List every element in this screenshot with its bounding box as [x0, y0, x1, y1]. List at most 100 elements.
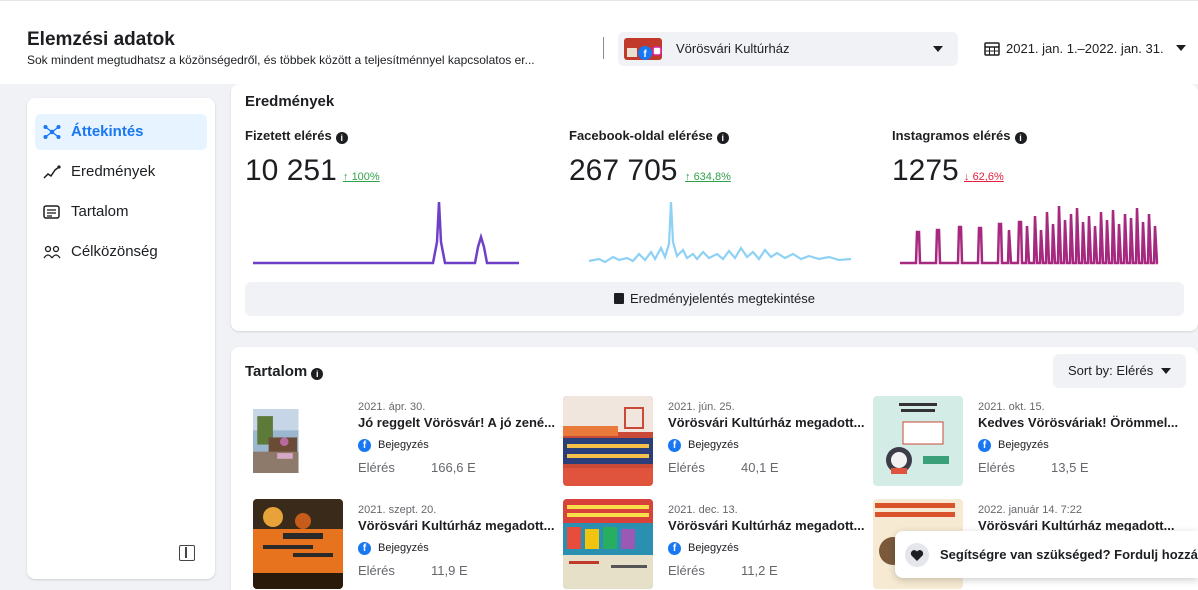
- sidebar-item-label: Eredmények: [71, 163, 156, 180]
- reach-value: 166,6 E: [431, 460, 476, 475]
- report-icon: [614, 293, 624, 304]
- view-report-button[interactable]: Eredményjelentés megtekintése: [245, 282, 1184, 316]
- post-thumbnail: [563, 396, 653, 486]
- help-chat-button[interactable]: Segítségre van szükséged? Fordulj hozzán…: [895, 531, 1198, 578]
- facebook-icon: f: [668, 542, 681, 555]
- info-icon[interactable]: i: [335, 132, 348, 144]
- post-title: Vörösvári Kultúrház megadott...: [668, 518, 865, 533]
- post-thumbnail: [563, 499, 653, 589]
- info-icon[interactable]: i: [311, 368, 324, 380]
- post-title: Vörösvári Kultúrház megadott...: [358, 518, 555, 533]
- view-report-label-row: Eredményjelentés megtekintése: [245, 291, 1184, 306]
- overview-icon: [43, 125, 61, 139]
- reach-label: Elérés: [358, 563, 395, 578]
- arrow-up-icon: ↑: [343, 171, 349, 183]
- reach-label: Elérés: [358, 460, 395, 475]
- page-selector-dropdown[interactable]: f Vörösvári Kultúrház: [618, 32, 958, 66]
- sparkline-paid-reach: [253, 202, 519, 265]
- metric-facebook-reach: Facebook-oldal elérése i 267 705 ↑ 634,8%: [569, 128, 869, 278]
- post-type: Bejegyzés: [688, 439, 739, 451]
- content-title-text: Tartalom: [245, 363, 308, 380]
- page-selector-label: Vörösvári Kultúrház: [676, 41, 790, 56]
- metric-label: Facebook-oldal elérése i: [569, 128, 729, 144]
- metric-change-value: 62,6%: [972, 171, 1004, 183]
- post-type: Bejegyzés: [998, 439, 1049, 451]
- post-type: Bejegyzés: [688, 542, 739, 554]
- post-item[interactable]: 2021. okt. 15. Kedves Vörösváriak! Örömm…: [873, 396, 1178, 486]
- metric-value: 267 705: [569, 154, 678, 187]
- post-date: 2021. okt. 15.: [978, 401, 1045, 413]
- metric-change: ↑ 100%: [343, 171, 380, 183]
- reach-value: 11,2 E: [741, 563, 778, 578]
- metric-change: ↓ 62,6%: [964, 171, 1004, 183]
- sidebar-item-label: Tartalom: [71, 203, 129, 220]
- post-date: 2021. ápr. 30.: [358, 401, 426, 413]
- header-divider: [603, 37, 604, 59]
- post-date: 2022. január 14. 7:22: [978, 504, 1082, 516]
- post-type: Bejegyzés: [378, 542, 429, 554]
- facebook-icon: f: [978, 439, 991, 452]
- post-item[interactable]: 2021. jún. 25. Vörösvári Kultúrház megad…: [563, 396, 865, 486]
- arrow-up-icon: ↑: [685, 171, 691, 183]
- metric-change-value: 634,8%: [693, 171, 731, 183]
- post-title: Kedves Vörösváriak! Örömmel...: [978, 415, 1179, 430]
- metric-value: 10 251: [245, 154, 337, 187]
- date-range-picker[interactable]: 2021. jan. 1.–2022. jan. 31.: [984, 39, 1194, 59]
- results-icon: [43, 165, 61, 179]
- post-date: 2021. jún. 25.: [668, 401, 735, 413]
- metric-change-value: 100%: [351, 171, 380, 183]
- post-title: Vörösvári Kultúrház megadott...: [668, 415, 865, 430]
- post-item[interactable]: 2021. dec. 13. Vörösvári Kultúrház megad…: [563, 499, 865, 589]
- view-report-label: Eredményjelentés megtekintése: [630, 291, 815, 306]
- sort-label: Sort by: Elérés: [1068, 363, 1154, 378]
- calendar-icon: [984, 42, 1000, 56]
- page-title: Elemzési adatok: [27, 29, 175, 50]
- post-date: 2021. szept. 20.: [358, 504, 437, 516]
- info-icon[interactable]: i: [1014, 132, 1027, 144]
- sidebar-item-content[interactable]: Tartalom: [35, 194, 207, 230]
- facebook-icon: f: [358, 542, 371, 555]
- collapse-sidebar-icon[interactable]: [179, 545, 195, 561]
- date-range-label: 2021. jan. 1.–2022. jan. 31.: [1006, 41, 1164, 56]
- post-item[interactable]: 2021. szept. 20. Vörösvári Kultúrház meg…: [253, 499, 555, 589]
- post-type: Bejegyzés: [378, 439, 429, 451]
- results-card: Eredmények Fizetett elérés i 10 251 ↑ 100…: [231, 84, 1198, 331]
- chevron-down-icon: [1176, 45, 1186, 51]
- sidebar-nav: Áttekintés Eredmények Tartalom Célközöns…: [27, 98, 215, 579]
- post-thumbnail: [253, 499, 343, 589]
- sidebar-item-label: Áttekintés: [71, 123, 144, 140]
- info-icon[interactable]: i: [716, 132, 729, 144]
- facebook-icon: f: [668, 439, 681, 452]
- sidebar-item-audience[interactable]: Célközönség: [35, 234, 207, 270]
- facebook-icon: f: [358, 439, 371, 452]
- reach-value: 40,1 E: [741, 460, 779, 475]
- reach-label: Elérés: [668, 563, 705, 578]
- reach-value: 13,5 E: [1051, 460, 1089, 475]
- reach-label: Elérés: [978, 460, 1015, 475]
- post-item[interactable]: 2021. ápr. 30. Jó reggelt Vörösvár! A jó…: [253, 396, 555, 486]
- arrow-down-icon: ↓: [964, 171, 970, 183]
- post-title: Jó reggelt Vörösvár! A jó zené...: [358, 415, 555, 430]
- metric-label: Fizetett elérés i: [245, 128, 348, 144]
- page-avatar-icon: f: [624, 38, 662, 60]
- metric-label-text: Instagramos elérés: [892, 128, 1011, 143]
- metric-value: 1275: [892, 154, 959, 187]
- metric-label-text: Fizetett elérés: [245, 128, 332, 143]
- sparkline-instagram-reach: [900, 205, 1159, 265]
- post-thumbnail: [253, 409, 299, 473]
- metric-label-text: Facebook-oldal elérése: [569, 128, 713, 143]
- reach-value: 11,9 E: [431, 563, 468, 578]
- page-subtitle: Sok mindent megtudhatsz a közönségedről,…: [27, 53, 535, 67]
- metric-paid-reach: Fizetett elérés i 10 251 ↑ 100%: [245, 128, 545, 278]
- chevron-down-icon: [1161, 368, 1171, 374]
- sparkline-facebook-reach: [589, 202, 852, 264]
- top-header: Elemzési adatok Sok mindent megtudhatsz …: [0, 0, 1198, 84]
- post-thumbnail: [873, 396, 963, 486]
- content-section-title: Tartalom i: [245, 363, 324, 380]
- sidebar-item-results[interactable]: Eredmények: [35, 154, 207, 190]
- metric-change: ↑ 634,8%: [685, 171, 731, 183]
- sidebar-item-overview[interactable]: Áttekintés: [35, 114, 207, 150]
- reach-label: Elérés: [668, 460, 705, 475]
- sidebar-item-label: Célközönség: [71, 243, 158, 260]
- sort-dropdown[interactable]: Sort by: Elérés: [1053, 354, 1186, 388]
